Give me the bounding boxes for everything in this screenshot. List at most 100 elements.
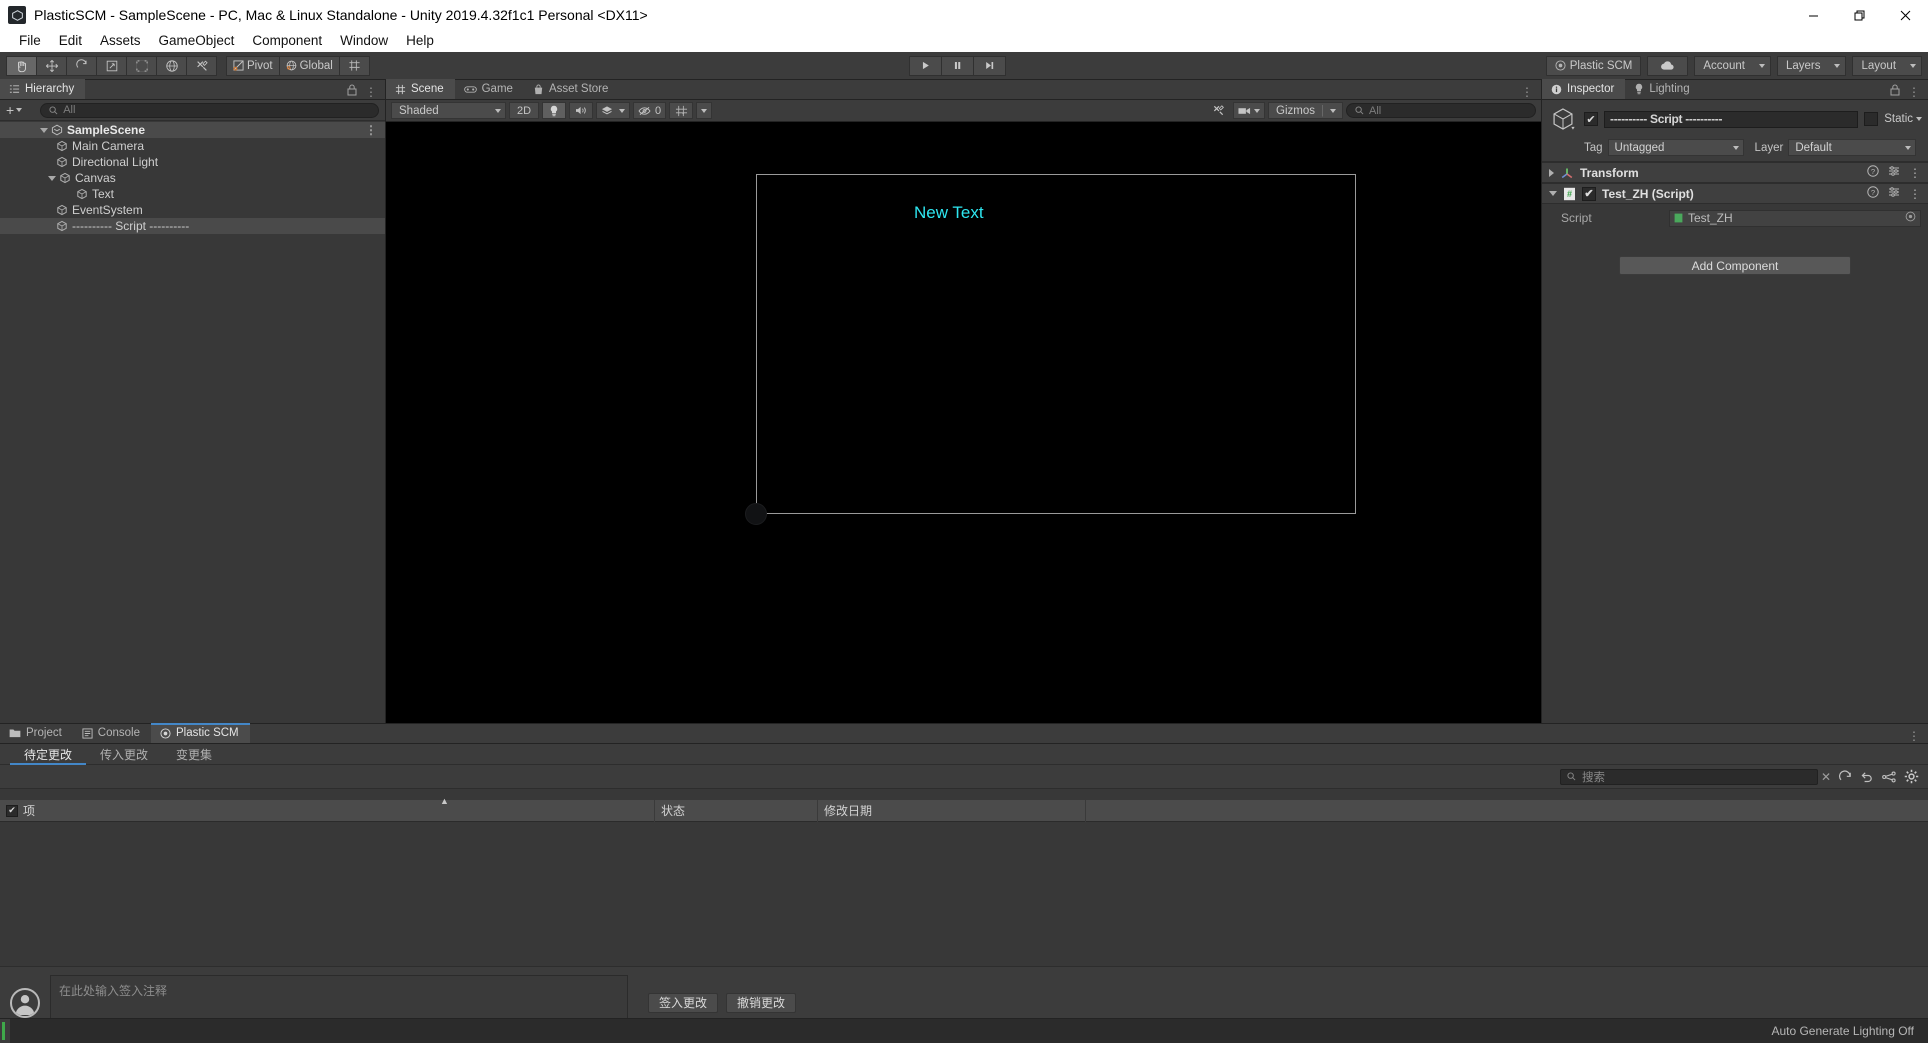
component-enabled-checkbox[interactable]: ✔ xyxy=(1582,186,1596,201)
tab-lighting[interactable]: Lighting xyxy=(1625,79,1700,99)
column-header-status[interactable]: 状态 xyxy=(654,799,817,822)
object-picker-icon[interactable] xyxy=(1905,211,1916,225)
scene-fx-toggle[interactable] xyxy=(596,102,630,119)
tab-asset-store[interactable]: Asset Store xyxy=(524,79,619,99)
account-dropdown[interactable]: Account xyxy=(1694,55,1771,76)
scene-hidden-objects-toggle[interactable]: 0 xyxy=(633,102,667,119)
object-enabled-checkbox[interactable]: ✔ xyxy=(1584,112,1598,126)
column-header-extra[interactable] xyxy=(1085,799,1285,822)
plastic-scm-button[interactable]: Plastic SCM xyxy=(1545,55,1642,76)
kebab-menu-icon[interactable]: ⋮ xyxy=(365,123,377,137)
tab-game[interactable]: Game xyxy=(455,79,524,99)
kebab-menu-icon[interactable]: ⋮ xyxy=(1909,166,1921,180)
scm-search-input[interactable]: 搜索 xyxy=(1560,768,1818,785)
kebab-menu-icon[interactable]: ⋮ xyxy=(365,85,377,99)
checkin-changes-button[interactable]: 签入更改 xyxy=(648,992,719,1013)
menu-help[interactable]: Help xyxy=(397,30,443,52)
hierarchy-item-directional-light[interactable]: Directional Light xyxy=(0,154,385,170)
scene-audio-toggle[interactable] xyxy=(569,102,593,119)
menu-edit[interactable]: Edit xyxy=(50,30,91,52)
menu-file[interactable]: File xyxy=(10,30,50,52)
canvas-pivot-handle[interactable] xyxy=(745,503,767,525)
menu-assets[interactable]: Assets xyxy=(91,30,150,52)
layers-dropdown[interactable]: Layers xyxy=(1776,55,1847,76)
scene-tools-icon[interactable] xyxy=(1206,102,1230,119)
foldout-arrow-icon[interactable] xyxy=(1549,191,1557,196)
help-icon[interactable]: ? xyxy=(1867,186,1879,201)
gear-icon[interactable] xyxy=(1900,766,1922,788)
close-button[interactable] xyxy=(1882,0,1928,30)
canvas-bounds-rect[interactable]: New Text xyxy=(756,174,1356,514)
preset-icon[interactable] xyxy=(1888,186,1900,201)
column-header-item[interactable]: ✔ 项 xyxy=(0,800,654,822)
cloud-button[interactable] xyxy=(1647,55,1689,76)
hierarchy-item-canvas[interactable]: Canvas xyxy=(0,170,385,186)
clear-x-icon[interactable]: ✕ xyxy=(1818,770,1834,784)
lock-icon[interactable] xyxy=(1890,84,1900,99)
component-header-transform[interactable]: Transform ? ⋮ xyxy=(1542,162,1928,183)
lock-icon[interactable] xyxy=(347,84,357,99)
minimize-button[interactable] xyxy=(1790,0,1836,30)
menu-gameobject[interactable]: GameObject xyxy=(150,30,244,52)
kebab-menu-icon[interactable]: ⋮ xyxy=(1521,85,1533,99)
kebab-menu-icon[interactable]: ⋮ xyxy=(1908,729,1920,743)
tab-inspector[interactable]: Inspector xyxy=(1542,79,1626,99)
layout-dropdown[interactable]: Layout xyxy=(1852,55,1923,76)
menu-component[interactable]: Component xyxy=(243,30,331,52)
undo-icon[interactable] xyxy=(1856,766,1878,788)
tab-hierarchy[interactable]: Hierarchy xyxy=(0,79,86,99)
rotate-tool-icon[interactable] xyxy=(66,55,97,76)
tab-plastic-scm[interactable]: Plastic SCM xyxy=(151,723,250,743)
hand-tool-icon[interactable] xyxy=(6,55,37,76)
tab-console[interactable]: Console xyxy=(73,723,151,743)
tab-project[interactable]: Project xyxy=(0,723,73,743)
scale-tool-icon[interactable] xyxy=(96,55,127,76)
branch-icon[interactable] xyxy=(1878,766,1900,788)
hierarchy-item-script[interactable]: ---------- Script ---------- xyxy=(0,218,385,234)
expand-arrow-icon[interactable] xyxy=(40,127,48,133)
scene-camera-settings[interactable] xyxy=(1233,102,1266,119)
subtab-changesets[interactable]: 变更集 xyxy=(162,744,226,765)
select-all-checkbox[interactable]: ✔ xyxy=(6,804,18,817)
pivot-toggle[interactable]: Pivot xyxy=(226,55,280,76)
script-object-field[interactable]: Test_ZH xyxy=(1669,209,1921,227)
hierarchy-item-main-camera[interactable]: Main Camera xyxy=(0,138,385,154)
subtab-incoming-changes[interactable]: 传入更改 xyxy=(86,744,162,765)
twod-toggle[interactable]: 2D xyxy=(509,102,539,119)
column-header-modified-date[interactable]: 修改日期 xyxy=(817,799,1085,822)
subtab-pending-changes[interactable]: 待定更改 xyxy=(10,744,86,765)
scene-grid-toggle[interactable]: Y xyxy=(669,102,694,119)
changes-table-body[interactable] xyxy=(0,822,1928,966)
hierarchy-item-eventsystem[interactable]: EventSystem xyxy=(0,202,385,218)
object-name-field[interactable]: ---------- Script ---------- xyxy=(1604,110,1859,128)
scene-grid-dropdown[interactable] xyxy=(696,102,713,119)
tag-dropdown[interactable]: Untagged xyxy=(1607,139,1744,156)
rect-tool-icon[interactable] xyxy=(126,55,157,76)
scene-search-input[interactable]: All xyxy=(1346,103,1536,118)
help-icon[interactable]: ? xyxy=(1867,165,1879,180)
scene-lighting-toggle[interactable] xyxy=(542,102,566,119)
kebab-menu-icon[interactable]: ⋮ xyxy=(1909,187,1921,201)
preset-icon[interactable] xyxy=(1888,165,1900,180)
global-toggle[interactable]: Global xyxy=(278,55,340,76)
transform-tool-icon[interactable] xyxy=(156,55,187,76)
step-button[interactable] xyxy=(973,55,1007,76)
hierarchy-item-samplescene[interactable]: SampleScene ⋮ xyxy=(0,122,385,138)
undo-changes-button[interactable]: 撤销更改 xyxy=(726,992,797,1013)
grid-snap-icon[interactable] xyxy=(338,55,370,76)
static-dropdown[interactable]: Static xyxy=(1884,113,1922,125)
menu-window[interactable]: Window xyxy=(331,30,397,52)
layer-dropdown[interactable]: Default xyxy=(1788,139,1917,156)
foldout-arrow-icon[interactable] xyxy=(1549,168,1554,177)
static-checkbox[interactable] xyxy=(1864,112,1879,126)
hierarchy-search-input[interactable]: All xyxy=(40,102,379,118)
hierarchy-item-text[interactable]: Text xyxy=(0,186,385,202)
expand-arrow-icon[interactable] xyxy=(48,175,56,181)
move-tool-icon[interactable] xyxy=(36,55,67,76)
custom-tool-icon[interactable] xyxy=(186,55,217,76)
hierarchy-add-button[interactable]: + xyxy=(6,102,23,118)
add-component-button[interactable]: Add Component xyxy=(1619,256,1851,275)
restore-button[interactable] xyxy=(1836,0,1882,30)
play-button[interactable] xyxy=(909,55,943,76)
draw-mode-dropdown[interactable]: Shaded xyxy=(391,102,506,119)
